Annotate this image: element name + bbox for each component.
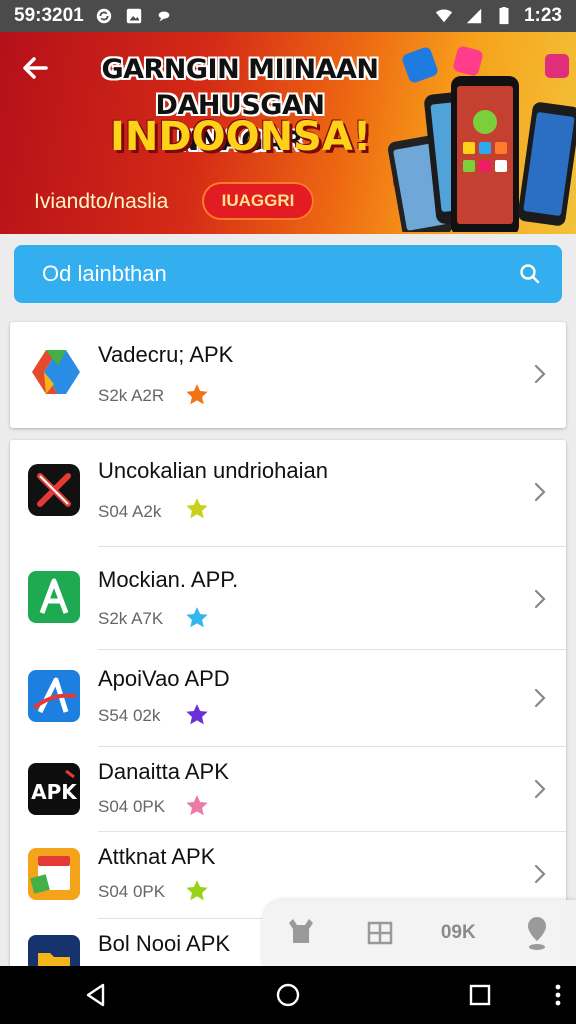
list-item-featured[interactable]: Vadecru; APK S2k A2R <box>10 322 566 428</box>
app-meta: S04 0PK <box>98 882 166 901</box>
tab-location[interactable] <box>507 908 567 958</box>
list-item[interactable]: Mockian. APP. S2k A7K <box>10 547 566 649</box>
tab-third[interactable]: 09K <box>428 908 488 958</box>
promo-banner: GARNGIN MIINAAN DAHUSGAN NNAGAR INDOONSA… <box>0 32 576 234</box>
nav-home-button[interactable] <box>258 970 318 1020</box>
chevron-right-icon[interactable] <box>528 480 552 504</box>
search-bar[interactable]: Od lainbthan <box>14 245 562 303</box>
list-item[interactable]: APK Danaitta APK S04 0PK <box>10 747 566 831</box>
list-item[interactable]: ApoiVao APD S54 02k <box>10 650 566 746</box>
home-icon <box>276 983 300 1007</box>
app-meta: S2k A2R <box>98 386 165 405</box>
apk-logo-icon: APK <box>26 761 82 817</box>
banner-badge-button[interactable]: IUAGGRI <box>202 182 314 220</box>
tools-icon <box>289 919 314 943</box>
wifi-icon <box>434 7 454 25</box>
search-input[interactable]: Od lainbthan <box>42 261 518 287</box>
status-right: 1:23 <box>434 5 562 27</box>
battery-icon <box>494 7 514 25</box>
app-name: Attknat APK <box>98 844 216 869</box>
star-icon <box>184 793 210 819</box>
recents-icon <box>469 984 491 1006</box>
status-left: 59:3201 <box>14 5 174 27</box>
app-logo-gradient-icon <box>26 344 82 400</box>
nav-recents-button[interactable] <box>450 970 510 1020</box>
app-name: Bol Nooi APK <box>98 931 231 956</box>
app-meta: S04 A2k <box>98 502 162 521</box>
chevron-right-icon[interactable] <box>528 686 552 710</box>
nav-back-button[interactable] <box>66 970 126 1020</box>
chevron-right-icon[interactable] <box>528 777 552 801</box>
search-icon[interactable] <box>518 262 542 286</box>
app-meta: S2k A7K <box>98 609 164 628</box>
star-icon <box>184 496 210 522</box>
app-name: Uncokalian undriohaian <box>98 458 328 483</box>
chevron-right-icon[interactable] <box>528 862 552 886</box>
status-time-right: 1:23 <box>523 5 562 26</box>
bottom-tab-bar: 09K <box>262 900 576 966</box>
svg-text:APK: APK <box>31 780 78 804</box>
status-time-left: 59:3201 <box>14 5 84 26</box>
back-icon <box>86 983 105 1007</box>
x-logo-icon <box>26 462 82 518</box>
banner-subtitle: Iviandto/naslia <box>34 190 169 213</box>
system-nav-bar <box>0 966 576 1024</box>
gift-box-icon <box>26 846 82 902</box>
app-name: ApoiVao APD <box>98 666 230 691</box>
tab-label: 09K <box>440 922 476 943</box>
image-icon <box>124 7 144 25</box>
a-green-logo-icon <box>26 569 82 625</box>
phones-illustration-icon <box>387 46 576 232</box>
app-name: Danaitta APK <box>98 759 229 784</box>
sync-icon <box>94 7 114 25</box>
signal-icon <box>464 7 484 25</box>
app-meta: S54 02k <box>98 706 161 725</box>
chevron-right-icon[interactable] <box>528 587 552 611</box>
apps-grid-icon <box>367 921 392 945</box>
star-icon <box>184 702 210 728</box>
app-list-card: Uncokalian undriohaian S04 A2k Mockian. … <box>10 440 566 980</box>
a-blue-logo-icon <box>26 668 82 724</box>
location-pin-icon <box>527 917 546 950</box>
status-bar: 59:3201 1:23 <box>0 0 576 32</box>
tab-apps[interactable] <box>350 908 410 958</box>
list-item[interactable]: Uncokalian undriohaian S04 A2k <box>10 440 566 546</box>
chevron-right-icon[interactable] <box>528 362 552 386</box>
app-meta: S04 0PK <box>98 797 166 816</box>
app-name: Mockian. APP. <box>98 567 239 592</box>
app-name: Vadecru; APK <box>98 342 234 367</box>
more-dots-icon[interactable] <box>554 984 562 1006</box>
star-icon <box>184 382 210 408</box>
back-arrow-icon[interactable] <box>18 50 54 86</box>
banner-title-line1: GARNGIN MIINAAN <box>101 54 379 85</box>
chat-icon <box>154 7 174 25</box>
star-icon <box>184 878 210 904</box>
banner-headline: INDOONSA! <box>110 114 372 160</box>
star-icon <box>184 605 210 631</box>
featured-app-card[interactable]: Vadecru; APK S2k A2R <box>10 322 566 428</box>
tab-tools[interactable] <box>271 908 331 958</box>
